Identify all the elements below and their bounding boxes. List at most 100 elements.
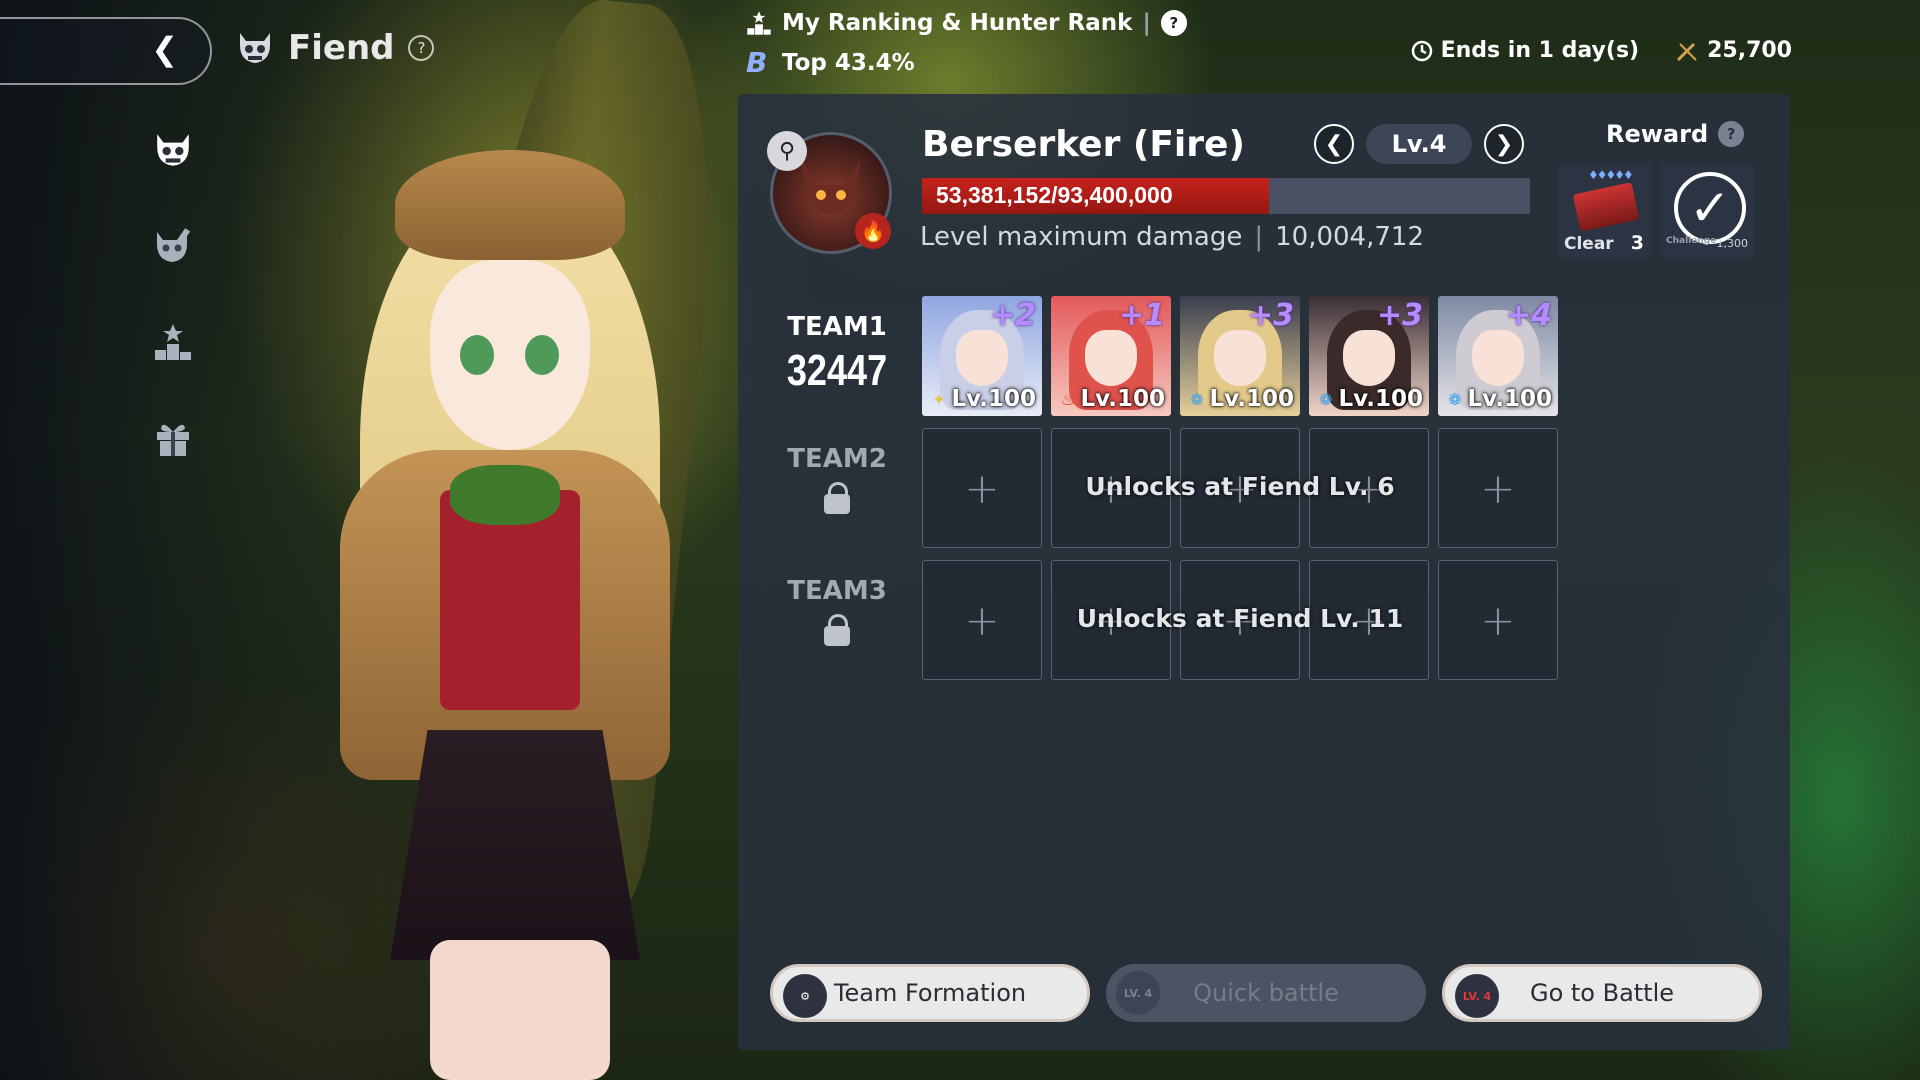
character-illustration [300,150,740,1080]
page-title: Fiend [288,28,395,68]
ranking-help-icon[interactable]: ? [1160,10,1187,36]
max-damage-label: Level maximum damage [920,222,1243,252]
clear-count: 3 [1630,232,1644,254]
challenge-value: 1,300 [1716,237,1749,250]
member-level: Lv.100 [1080,386,1165,412]
next-level-button[interactable]: ❯ [1484,124,1524,164]
member-level: Lv.100 [1209,386,1294,412]
lock-icon [824,482,850,514]
rank-percent: Top 43.4% [782,49,915,76]
fire-element-icon: ♨ [1060,389,1076,409]
reward-label: Reward [1606,120,1709,148]
challenge-reward-card[interactable]: ✓ Challenge 1,300 [1660,164,1754,258]
boss-hp-text: 53,381,152/93,400,000 [936,182,1173,208]
team-member-slot[interactable]: +3 ❁ Lv.100 [1180,296,1300,416]
level-label: Lv.4 [1366,124,1472,164]
team-member-slot[interactable]: +1 ♨ Lv.100 [1051,296,1171,416]
level-selector: ❮ Lv.4 ❯ [1314,124,1524,164]
quick-battle-label: Quick battle [1193,979,1339,1007]
team-formation-icon: ⚙ [783,974,827,1018]
fiend-panel: ⚲ 🔥 Berserker (Fire) ❮ Lv.4 ❯ 53,381,152… [738,94,1790,1050]
team-name: TEAM1 [787,312,887,342]
ranking-podium-icon [155,324,191,360]
check-icon: ✓ [1674,172,1746,244]
character-face [1085,330,1137,386]
team-formation-label: Team Formation [833,979,1027,1007]
chevron-left-icon: ❮ [151,30,178,68]
sidebar-item-fiend[interactable] [150,130,196,170]
divider: | [1142,10,1151,36]
crossed-swords-icon [1677,42,1697,61]
team1-slots: +2 ✦ Lv.100 +1 ♨ Lv.100 +3 ❁ Lv.100 +3 ❁ Lv.100 +4 ❁ L… [922,296,1558,416]
go-to-battle-label: Go to Battle [1529,979,1675,1007]
water-element-icon: ❁ [1190,389,1204,409]
light-element-icon: ✦ [932,389,946,409]
team-name: TEAM2 [787,444,887,474]
character-face [1214,330,1266,386]
ticket-reward-icon [1572,182,1640,232]
team2-unlock-text: Unlocks at Fiend Lv. 6 [1085,472,1395,501]
team3-label: TEAM3 [772,576,902,646]
water-element-icon: ❁ [1448,389,1462,409]
go-to-battle-button[interactable]: LV. 4 Go to Battle [1442,964,1762,1022]
team3-unlock-text: Unlocks at Fiend Lv. 11 [1076,604,1404,633]
clear-label: Clear [1564,234,1614,254]
gems-icon: ♦♦♦♦♦ [1588,168,1634,182]
water-element-icon: ❁ [1319,389,1333,409]
fiend-battle-icon [157,228,191,262]
back-button[interactable]: ❮ [0,17,212,85]
max-damage-value: 10,004,712 [1275,222,1424,252]
team2-label: TEAM2 [772,444,902,514]
team-member-slot[interactable]: +4 ❁ Lv.100 [1438,296,1558,416]
boss-name: Berserker (Fire) [922,124,1245,165]
team-member-slot[interactable]: +2 ✦ Lv.100 [922,296,1042,416]
quick-battle-icon: LV. 4 [1116,971,1160,1015]
magnifier-icon[interactable]: ⚲ [767,131,807,171]
sidebar [150,130,196,458]
prev-level-button[interactable]: ❮ [1314,124,1354,164]
ranking-info[interactable]: My Ranking & Hunter Rank | ? B Top 43.4% [746,10,1187,79]
star-level: +4 [1505,298,1552,333]
boss-portrait[interactable]: ⚲ 🔥 [767,131,892,254]
member-level: Lv.100 [1338,386,1423,412]
go-battle-icon: LV. 4 [1455,974,1499,1018]
reward-help-icon[interactable]: ? [1718,121,1745,147]
divider: | [1254,222,1264,252]
character-face [1343,330,1395,386]
team-name: TEAM3 [787,576,887,606]
lock-icon [824,614,850,646]
clear-reward-card[interactable]: ♦♦♦♦♦ Clear 3 [1558,164,1652,258]
sidebar-item-gift[interactable] [150,418,196,458]
star-level: +3 [1376,298,1423,333]
ranking-label: My Ranking & Hunter Rank [782,10,1133,36]
boss-hp-bar: 53,381,152/93,400,000 [922,178,1530,214]
page-header: Fiend ? [236,28,435,68]
team1-label: TEAM1 32447 [772,312,902,396]
team-member-slot[interactable]: +3 ❁ Lv.100 [1309,296,1429,416]
gift-box-icon [157,424,189,456]
quick-battle-button[interactable]: LV. 4 Quick battle [1106,964,1426,1022]
star-level: +1 [1118,298,1165,333]
member-level: Lv.100 [1467,386,1552,412]
rank-grade-badge: B [746,46,768,79]
podium-icon [747,11,771,35]
character-face [956,330,1008,386]
star-level: +2 [989,298,1036,333]
fiend-skull-icon [240,33,270,63]
action-buttons: ⚙ Team Formation LV. 4 Quick battle LV. … [770,964,1762,1022]
sidebar-item-ranking[interactable] [150,322,196,362]
sidebar-item-battle[interactable] [150,226,196,266]
member-level: Lv.100 [951,386,1036,412]
fiend-skull-icon [157,134,189,166]
team-formation-button[interactable]: ⚙ Team Formation [770,964,1090,1022]
currency-value: 25,700 [1707,38,1792,63]
help-icon[interactable]: ? [408,35,435,61]
challenge-label: Challenge [1666,236,1717,246]
event-ends-label: Ends in 1 day(s) [1440,38,1640,63]
character-face [1472,330,1524,386]
top-right-status: Ends in 1 day(s) 25,700 [1411,38,1792,63]
max-damage-row: Level maximum damage | 10,004,712 [920,222,1424,252]
fire-element-icon: 🔥 [855,213,891,249]
star-level: +3 [1247,298,1294,333]
clock-icon [1411,40,1432,61]
